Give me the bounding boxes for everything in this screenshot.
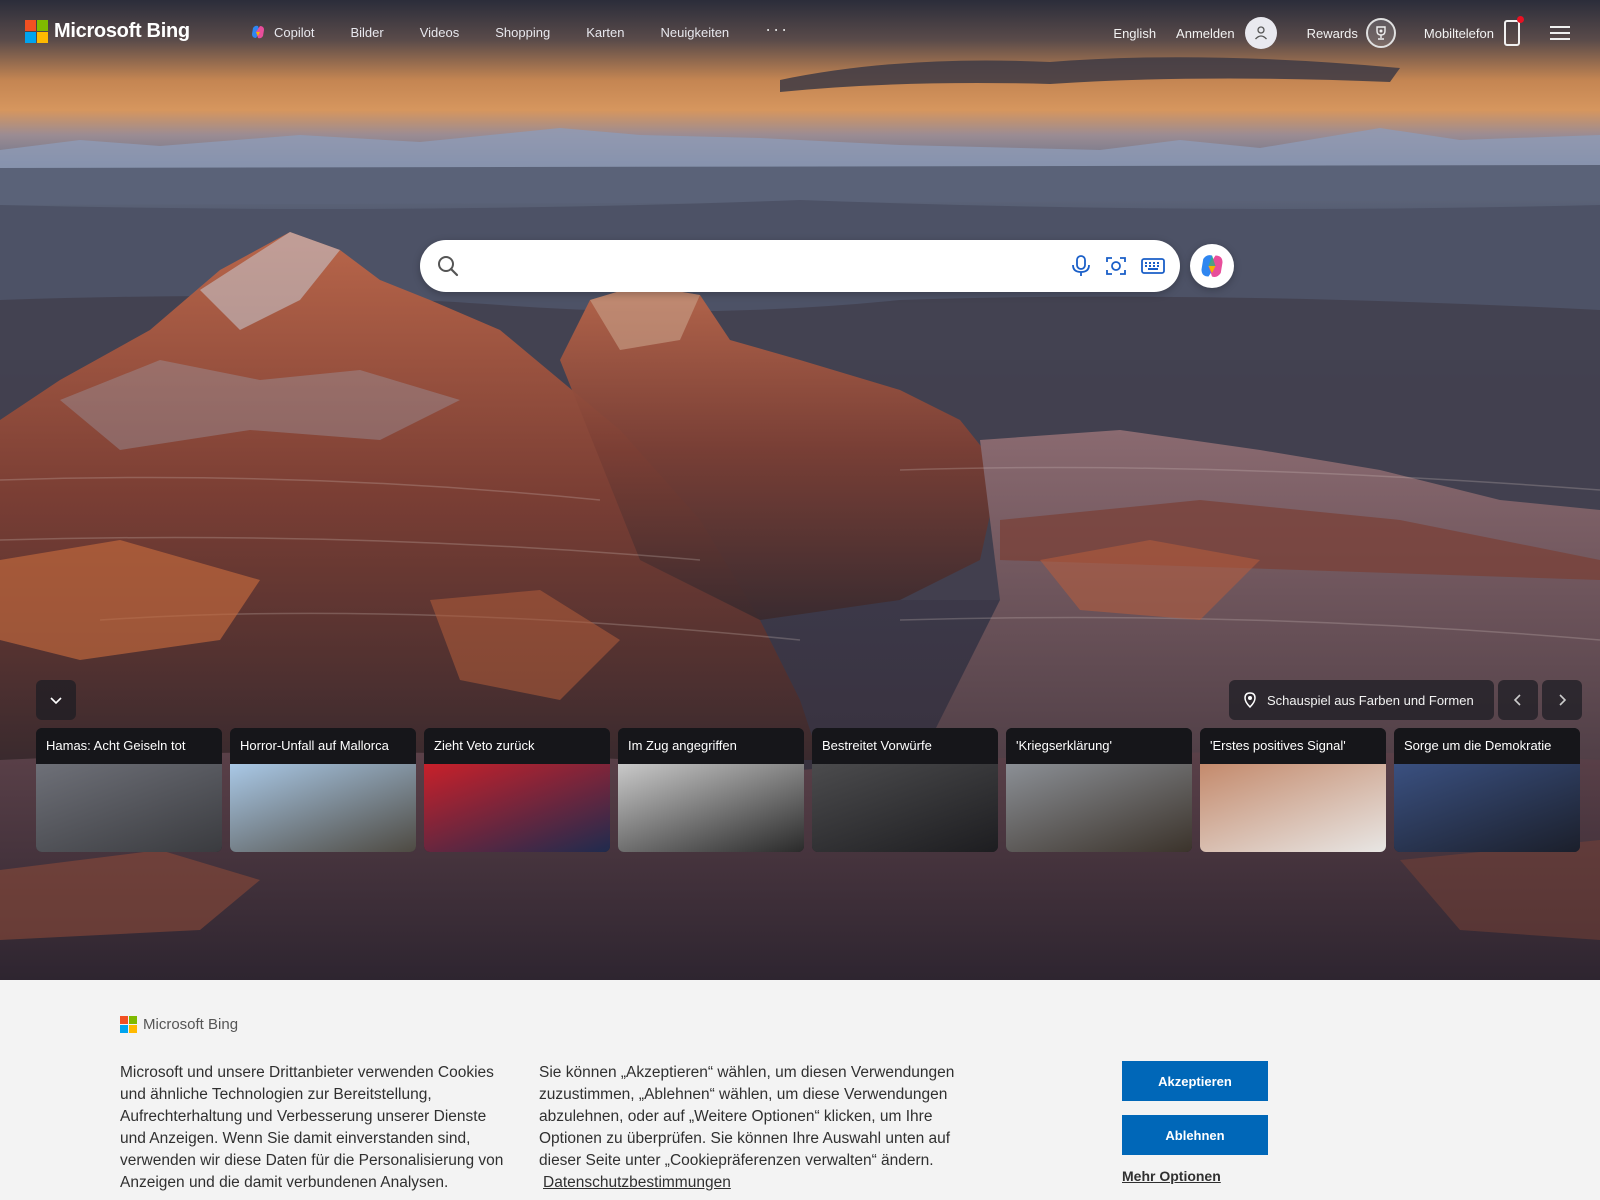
copilot-search-button[interactable] bbox=[1190, 244, 1234, 288]
nav-item-copilot[interactable]: Copilot bbox=[250, 24, 314, 40]
cookie-logo-text: Microsoft Bing bbox=[143, 1016, 239, 1033]
nav-more-button[interactable]: ··· bbox=[765, 19, 789, 40]
header-right: English Anmelden Rewards Mobiltelefon bbox=[1113, 16, 1600, 50]
hamburger-menu-icon[interactable] bbox=[1550, 22, 1570, 44]
news-card[interactable]: Bestreitet Vorwürfe bbox=[812, 728, 998, 852]
collapse-button[interactable] bbox=[36, 680, 76, 720]
avatar-icon bbox=[1244, 17, 1277, 49]
copilot-icon bbox=[1201, 255, 1223, 277]
search-icon[interactable] bbox=[436, 254, 460, 278]
cookie-text-right: Sie können „Akzeptieren“ wählen, um dies… bbox=[539, 1062, 979, 1194]
news-card-title: Bestreitet Vorwürfe bbox=[812, 728, 998, 764]
news-card-image bbox=[1200, 764, 1386, 852]
image-info-pill[interactable]: Schauspiel aus Farben und Formen bbox=[1229, 680, 1494, 720]
chevron-right-icon bbox=[1559, 694, 1567, 706]
news-card-image bbox=[424, 764, 610, 852]
mobile-button[interactable]: Mobiltelefon bbox=[1423, 16, 1524, 46]
copilot-icon bbox=[252, 25, 264, 39]
news-card[interactable]: Sorge um die Demokratie bbox=[1394, 728, 1580, 852]
news-card[interactable]: 'Kriegserklärung' bbox=[1006, 728, 1192, 852]
main-nav: Copilot Bilder Videos Shopping Karten Ne… bbox=[250, 19, 825, 40]
search-input[interactable] bbox=[476, 250, 1056, 282]
news-card-image bbox=[812, 764, 998, 852]
accept-button[interactable]: Akzeptieren bbox=[1122, 1061, 1268, 1101]
keyboard-icon[interactable] bbox=[1140, 254, 1166, 278]
cookie-banner: Microsoft Bing Microsoft und unsere Drit… bbox=[0, 980, 1600, 1200]
news-card-title: Horror-Unfall auf Mallorca bbox=[230, 728, 416, 764]
previous-image-button[interactable] bbox=[1498, 680, 1538, 720]
news-card-title: Sorge um die Demokratie bbox=[1394, 728, 1580, 764]
signin-label: Anmelden bbox=[1176, 25, 1235, 41]
news-card-image bbox=[36, 764, 222, 852]
trophy-icon bbox=[1365, 18, 1396, 48]
phone-icon bbox=[1504, 16, 1524, 46]
search-box bbox=[420, 240, 1180, 292]
nav-item-karten[interactable]: Karten bbox=[586, 25, 624, 40]
news-card[interactable]: Im Zug angegriffen bbox=[618, 728, 804, 852]
chevron-down-icon bbox=[50, 697, 62, 705]
cookie-banner-logo: Microsoft Bing bbox=[120, 1016, 238, 1033]
news-card-image bbox=[618, 764, 804, 852]
bing-logo[interactable]: Microsoft Bing bbox=[25, 20, 190, 43]
image-info-label: Schauspiel aus Farben und Formen bbox=[1267, 692, 1474, 708]
nav-item-videos[interactable]: Videos bbox=[420, 25, 460, 40]
nav-label: Copilot bbox=[274, 24, 315, 40]
nav-item-shopping[interactable]: Shopping bbox=[495, 25, 550, 40]
rewards-label: Rewards bbox=[1306, 25, 1358, 41]
top-header: Microsoft Bing Copilot Bilder Videos Sho… bbox=[0, 0, 1600, 66]
news-card[interactable]: 'Erstes positives Signal' bbox=[1200, 728, 1386, 852]
news-card-image bbox=[1006, 764, 1192, 852]
news-card[interactable]: Hamas: Acht Geiseln tot bbox=[36, 728, 222, 852]
chevron-left-icon bbox=[1513, 694, 1521, 706]
news-carousel: Hamas: Acht Geiseln tot Horror-Unfall au… bbox=[36, 728, 1580, 852]
news-card-title: 'Erstes positives Signal' bbox=[1200, 728, 1386, 764]
notification-dot bbox=[1517, 16, 1524, 23]
next-image-button[interactable] bbox=[1542, 680, 1582, 720]
microphone-icon[interactable] bbox=[1070, 254, 1092, 278]
microsoft-logo-icon bbox=[25, 20, 48, 43]
nav-item-bilder[interactable]: Bilder bbox=[350, 25, 383, 40]
visual-search-icon[interactable] bbox=[1104, 254, 1128, 278]
rewards-button[interactable]: Rewards bbox=[1307, 18, 1396, 48]
news-card-title: 'Kriegserklärung' bbox=[1006, 728, 1192, 764]
mobile-label: Mobiltelefon bbox=[1423, 25, 1494, 41]
news-card-title: Hamas: Acht Geiseln tot bbox=[36, 728, 222, 764]
news-card-title: Im Zug angegriffen bbox=[618, 728, 804, 764]
nav-item-neuigkeiten[interactable]: Neuigkeiten bbox=[661, 25, 730, 40]
microsoft-logo-icon bbox=[120, 1016, 137, 1033]
privacy-link[interactable]: Datenschutzbestimmungen bbox=[543, 1174, 731, 1191]
news-card-image bbox=[1394, 764, 1580, 852]
news-card[interactable]: Horror-Unfall auf Mallorca bbox=[230, 728, 416, 852]
news-card-image bbox=[230, 764, 416, 852]
cookie-text-left: Microsoft und unsere Drittanbieter verwe… bbox=[120, 1064, 504, 1191]
signin-button[interactable]: Anmelden bbox=[1176, 17, 1277, 49]
news-card-title: Zieht Veto zurück bbox=[424, 728, 610, 764]
location-pin-icon bbox=[1244, 692, 1256, 708]
language-link[interactable]: English bbox=[1113, 26, 1156, 41]
cookie-text-right-body: Sie können „Akzeptieren“ wählen, um dies… bbox=[539, 1064, 955, 1169]
more-options-link[interactable]: Mehr Optionen bbox=[1122, 1168, 1221, 1184]
news-card[interactable]: Zieht Veto zurück bbox=[424, 728, 610, 852]
logo-text: Microsoft Bing bbox=[54, 20, 190, 42]
reject-button[interactable]: Ablehnen bbox=[1122, 1115, 1268, 1155]
